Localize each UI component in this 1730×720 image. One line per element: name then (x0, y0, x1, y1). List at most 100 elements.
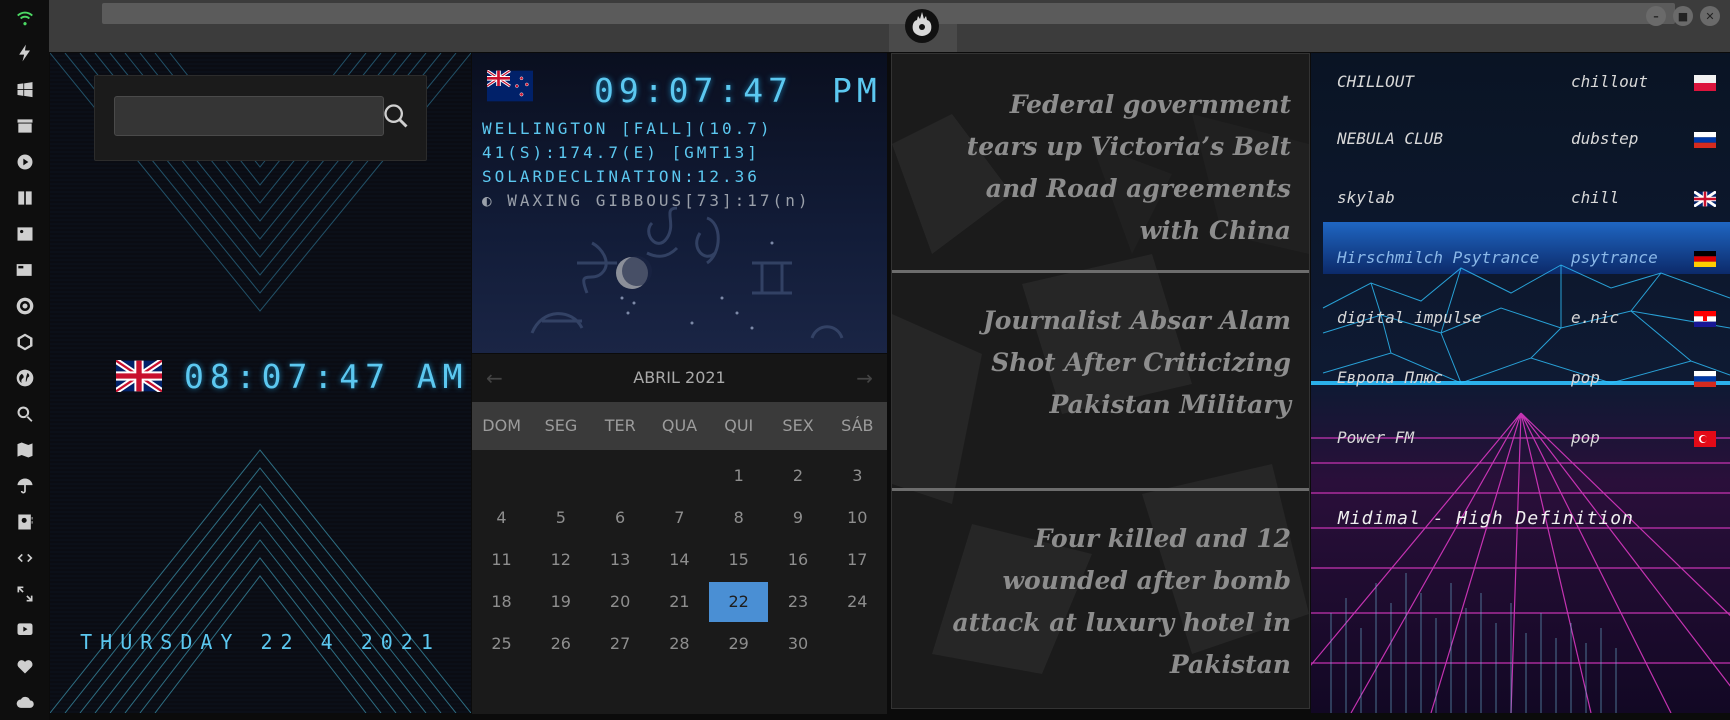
calendar-day[interactable]: 16 (769, 540, 828, 580)
calendar-day[interactable]: 17 (828, 540, 887, 580)
globe-icon[interactable] (13, 366, 37, 390)
calendar-day[interactable]: 3 (828, 456, 887, 496)
news-item[interactable]: Federal government tears up Victoria’s B… (892, 54, 1309, 254)
calendar-day[interactable]: 14 (650, 540, 709, 580)
radio-station-item[interactable]: Power FM pop (1323, 413, 1729, 465)
radio-station-item[interactable]: digital impulse e.nic (1323, 293, 1729, 345)
calendar-day[interactable]: 6 (591, 498, 650, 538)
window-titlebar: – ■ ✕ (49, 0, 1730, 52)
zodiac-background-decoration (530, 206, 844, 339)
search-input[interactable] (114, 96, 384, 136)
croatia-flag-icon (1694, 311, 1716, 327)
news-panel: Federal government tears up Victoria’s B… (891, 53, 1310, 709)
station-genre: e.nic (1571, 308, 1620, 327)
station-name: digital impulse (1337, 308, 1482, 327)
station-genre: psytrance (1571, 248, 1658, 267)
radio-station-item[interactable]: CHILLOUT chillout (1323, 57, 1729, 109)
news-headline: Four killed and 12 wounded after bomb at… (952, 524, 1291, 679)
calendar-day[interactable]: 23 (769, 582, 828, 622)
calendar-next-arrow-icon[interactable]: → (856, 366, 873, 390)
station-genre: chillout (1571, 72, 1649, 91)
calendar-day[interactable]: 19 (531, 582, 590, 622)
calendar-day-selected[interactable]: 22 (709, 582, 769, 622)
news-item[interactable]: Four killed and 12 wounded after bomb at… (892, 492, 1309, 692)
radio-station-item-active[interactable]: Hirschmilch Psytrance psytrance (1323, 233, 1729, 285)
news-icon[interactable] (13, 258, 37, 282)
poland-flag-icon (1694, 75, 1716, 91)
calendar-day[interactable]: 4 (472, 498, 531, 538)
nz-flag-icon (487, 70, 533, 102)
news-item[interactable]: Journalist Absar Alam Shot After Critici… (892, 274, 1309, 474)
calendar-day[interactable]: 15 (709, 540, 768, 580)
astro-clock-ampm: PM (832, 71, 882, 110)
calendar-day[interactable]: 8 (709, 498, 768, 538)
code-icon[interactable] (13, 546, 37, 570)
calendar-day[interactable]: 2 (769, 456, 828, 496)
gear-icon[interactable] (13, 294, 37, 318)
calendar-day[interactable]: 26 (531, 624, 590, 664)
image-icon[interactable] (13, 222, 37, 246)
wifi-icon[interactable] (13, 5, 37, 29)
umbrella-icon[interactable] (13, 474, 37, 498)
germany-flag-icon (1694, 251, 1716, 267)
now-playing-title: Midimal - High Definition (1338, 508, 1634, 529)
windows-icon[interactable] (13, 78, 37, 102)
calendar-day[interactable]: 25 (472, 624, 531, 664)
calendar-day[interactable]: 7 (650, 498, 709, 538)
weekday-label: QUI (724, 416, 754, 435)
calendar-day[interactable]: 13 (591, 540, 650, 580)
calendar-day[interactable]: 21 (650, 582, 709, 622)
search-icon (384, 104, 408, 128)
calendar-day[interactable]: 9 (769, 498, 828, 538)
radio-panel: CHILLOUT chillout NEBULA CLUB dubstep sk… (1311, 53, 1730, 713)
search-box (94, 75, 427, 161)
calendar-day[interactable]: 29 (709, 624, 768, 664)
play-icon[interactable] (13, 150, 37, 174)
moon-phase-icon: ◐ (482, 191, 508, 210)
calendar-day[interactable]: 1 (709, 456, 768, 496)
minimize-button[interactable]: – (1646, 6, 1666, 26)
maximize-button[interactable]: ■ (1673, 6, 1693, 26)
title-strip[interactable] (102, 3, 1675, 24)
russia-flag-icon (1694, 371, 1716, 387)
station-name: Европа Плюс (1337, 368, 1443, 387)
search-icon[interactable] (13, 402, 37, 426)
cloud-icon[interactable] (13, 690, 37, 714)
heart-icon[interactable] (13, 654, 37, 678)
youtube-icon[interactable] (13, 618, 37, 642)
hexagon-icon[interactable] (13, 330, 37, 354)
close-button[interactable]: ✕ (1700, 6, 1720, 26)
radio-station-item[interactable]: skylab chill (1323, 173, 1729, 225)
calendar-day[interactable]: 20 (591, 582, 650, 622)
calendar-day[interactable]: 12 (531, 540, 590, 580)
calendar-day[interactable]: 5 (531, 498, 590, 538)
weekday-label: SEG (544, 416, 578, 435)
calendar-day[interactable]: 27 (591, 624, 650, 664)
calendar-day[interactable]: 28 (650, 624, 709, 664)
radio-station-item[interactable]: Европа Плюс pop (1323, 353, 1729, 405)
news-headline: Federal government tears up Victoria’s B… (966, 90, 1291, 245)
calendar-month-title: ABRIL 2021 (633, 368, 726, 387)
contact-icon[interactable] (13, 510, 37, 534)
map-book-icon[interactable] (13, 186, 37, 210)
radio-station-item[interactable]: NEBULA CLUB dubstep (1323, 114, 1729, 166)
lightning-icon[interactable] (13, 41, 37, 65)
map-icon[interactable] (13, 438, 37, 462)
calendar-day[interactable]: 24 (828, 582, 887, 622)
archive-icon[interactable] (13, 114, 37, 138)
station-name: skylab (1337, 188, 1395, 207)
weekday-label: SÁB (841, 416, 874, 435)
astro-coordinates: 41(S):174.7(E) [GMT13] (482, 143, 760, 162)
calendar-day[interactable]: 18 (472, 582, 531, 622)
station-name: CHILLOUT (1337, 72, 1415, 91)
calendar-day[interactable]: 10 (828, 498, 887, 538)
search-button[interactable] (380, 100, 412, 132)
station-genre: pop (1571, 428, 1600, 447)
astro-solar-declination: SOLARDECLINATION:12.36 (482, 167, 760, 186)
calendar-widget: ← ABRIL 2021 → DOM SEG TER QUA QUI SEX S… (472, 354, 887, 714)
calendar-day[interactable]: 30 (769, 624, 828, 664)
station-genre: chill (1571, 188, 1620, 207)
expand-icon[interactable] (13, 582, 37, 606)
calendar-day[interactable]: 11 (472, 540, 531, 580)
weekday-label: TER (604, 416, 636, 435)
